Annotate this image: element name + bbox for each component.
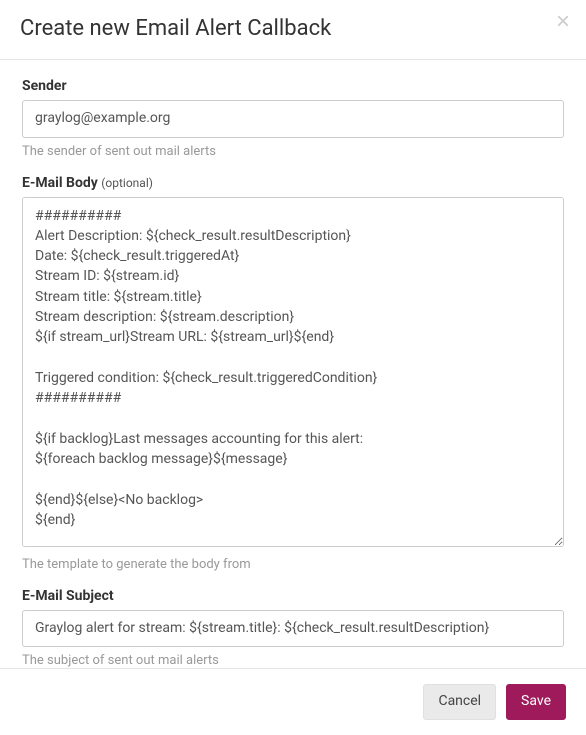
email-body-label-text: E-Mail Body (22, 175, 98, 191)
sender-label: Sender (22, 78, 564, 94)
email-body-textarea[interactable] (22, 197, 564, 547)
email-body-help: The template to generate the body from (22, 557, 564, 572)
email-subject-group: E-Mail Subject The subject of sent out m… (22, 588, 564, 669)
sender-input[interactable] (22, 100, 564, 138)
create-email-alert-callback-modal: Create new Email Alert Callback × Sender… (0, 0, 586, 735)
email-body-group: E-Mail Body (optional) The template to g… (22, 175, 564, 572)
email-subject-help: The subject of sent out mail alerts (22, 653, 564, 668)
email-subject-input[interactable] (22, 610, 564, 648)
sender-help: The sender of sent out mail alerts (22, 144, 564, 159)
modal-body: Sender The sender of sent out mail alert… (0, 60, 586, 668)
modal-header: Create new Email Alert Callback × (0, 0, 586, 60)
email-body-optional: (optional) (101, 176, 153, 190)
cancel-button[interactable]: Cancel (423, 684, 496, 720)
close-button[interactable]: × (556, 10, 570, 34)
sender-group: Sender The sender of sent out mail alert… (22, 78, 564, 159)
modal-title: Create new Email Alert Callback (20, 16, 566, 41)
email-subject-label: E-Mail Subject (22, 588, 564, 604)
email-body-label: E-Mail Body (optional) (22, 175, 564, 191)
modal-footer: Cancel Save (0, 668, 586, 735)
save-button[interactable]: Save (506, 684, 566, 720)
